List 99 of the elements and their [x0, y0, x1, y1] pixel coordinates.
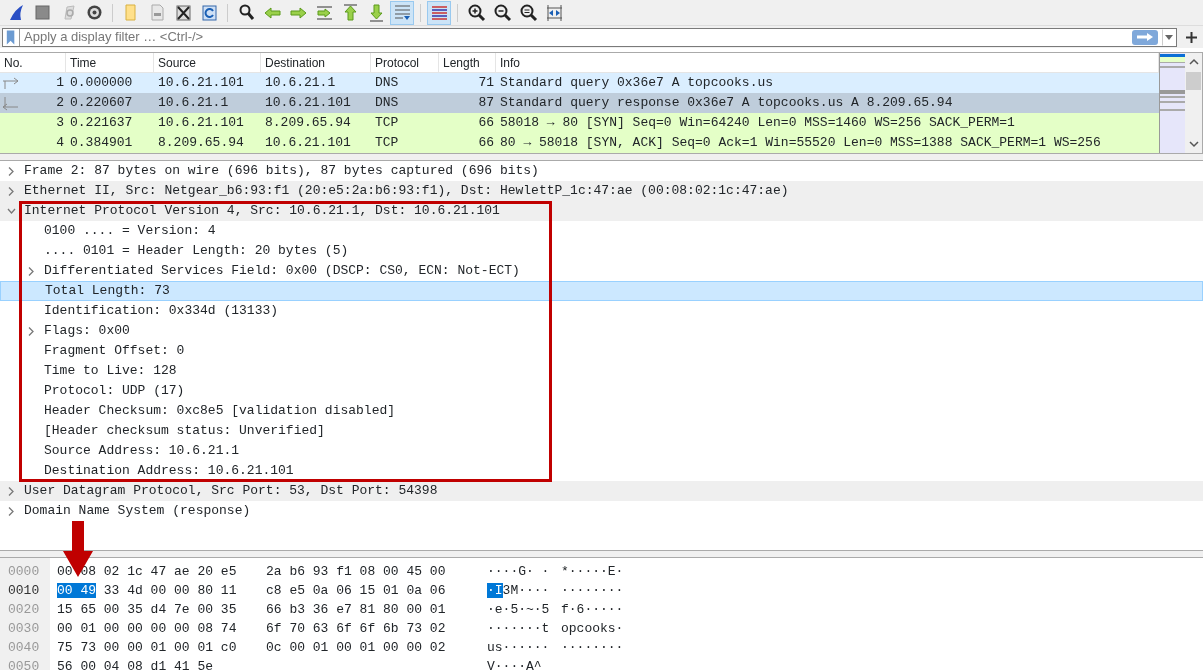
- offset-label: 0050: [8, 659, 40, 670]
- hex-bytes[interactable]: 00 49: [57, 583, 96, 598]
- tree-item[interactable]: Fragment Offset: 0: [38, 341, 185, 361]
- table-cell-text: 10.6.21.101: [157, 74, 245, 93]
- ascii-text[interactable]: ········: [561, 640, 624, 655]
- offset-label: 0040: [8, 640, 40, 655]
- hex-bytes[interactable]: 66 b3 36 e7 81 80 00 01: [266, 602, 446, 617]
- table-cell-text: TCP: [374, 134, 400, 153]
- table-cell-text: 3: [56, 114, 64, 133]
- packet-minimap[interactable]: [1159, 53, 1185, 153]
- resize-columns-icon: [544, 3, 564, 22]
- tree-item[interactable]: Flags: 0x00: [38, 321, 130, 341]
- ascii-text[interactable]: f·6·····: [561, 602, 624, 617]
- ascii-text[interactable]: us······: [487, 640, 550, 655]
- tree-item[interactable]: Domain Name System (response): [18, 501, 251, 521]
- related-packet-icon: [2, 75, 20, 91]
- packet-row[interactable]: 4 0.384901 8.209.65.94 10.6.21.101 TCP 66 80 → 58018 [SYN, ACK] Seq=0 Ack=1 Win=55520 Len=0 MSS=1388 SACK_PERM=1 WS=256: [0, 133, 1159, 153]
- table-cell-text: 0.220607: [69, 94, 134, 113]
- colorize-icon: [429, 3, 449, 22]
- tree-item[interactable]: Header Checksum: 0xc8e5 [validation disabled]: [38, 401, 396, 421]
- hex-bytes[interactable]: 75 73 00 00 01 00 01 c0: [57, 640, 237, 655]
- table-cell-text: 10.6.21.1: [264, 74, 337, 93]
- table-cell-text: 8.209.65.94: [264, 114, 352, 133]
- right-arrow-icon: [1136, 32, 1154, 42]
- offset-label: 0010: [8, 583, 40, 598]
- caret-icon: [1165, 34, 1173, 40]
- zoom-in-icon: [466, 3, 486, 22]
- table-cell-text: 8.209.65.94: [157, 134, 245, 153]
- hex-bytes[interactable]: 0c 00 01 00 01 00 00 02: [266, 640, 446, 655]
- ascii-text[interactable]: ·······t: [487, 621, 550, 636]
- hex-bytes[interactable]: 56 00 04 08 d1 41 5e: [57, 659, 214, 670]
- hex-bytes[interactable]: c8 e5 0a 06 15 01 0a 06: [266, 583, 446, 598]
- scroll-up-icon[interactable]: [1188, 58, 1199, 66]
- table-cell-text: 2: [56, 94, 64, 113]
- table-cell-text: DNS: [374, 74, 400, 93]
- table-cell-text: 66: [477, 114, 495, 133]
- table-cell-text: Standard query 0x36e7 A topcooks.us: [499, 74, 775, 93]
- table-cell-text: 87: [477, 94, 495, 113]
- table-cell-text: 71: [477, 74, 495, 93]
- table-cell-text: Standard query response 0x36e7 A topcooks.us A 8.209.65.94: [499, 94, 954, 113]
- tree-item[interactable]: Differentiated Services Field: 0x00 (DSCP: CS0, ECN: Not-ECT): [38, 261, 520, 281]
- packet-row[interactable]: 2 0.220607 10.6.21.1 10.6.21.101 DNS 87 Standard query response 0x36e7 A topcooks.us A 8.209.65.94: [0, 93, 1159, 113]
- tree-item[interactable]: Destination Address: 10.6.21.101: [38, 461, 294, 481]
- zoom-out-icon: [492, 3, 512, 22]
- tree-item[interactable]: Time to Live: 128: [38, 361, 177, 381]
- table-cell-text: 0.221637: [69, 114, 134, 133]
- offset-label: 0030: [8, 621, 40, 636]
- plus-icon: [1185, 31, 1197, 43]
- hex-bytes[interactable]: 2a b6 93 f1 08 00 45 00: [266, 564, 446, 579]
- reload-icon: [199, 3, 219, 22]
- hex-bytes[interactable]: 15 65 00 35 d4 7e 00 35: [57, 602, 237, 617]
- hex-bytes[interactable]: 00 01 00 00 00 00 08 74: [57, 621, 237, 636]
- hex-bytes[interactable]: 33 4d 00 00 80 11: [96, 583, 237, 598]
- scrollbar-thumb[interactable]: [1186, 72, 1201, 90]
- tree-item[interactable]: .... 0101 = Header Length: 20 bytes (5): [38, 241, 349, 261]
- apply-button[interactable]: [1132, 29, 1158, 45]
- ascii-text[interactable]: ·e·5·~·5: [487, 602, 550, 617]
- gear-icon: [84, 3, 104, 22]
- table-cell-text: 1: [56, 74, 64, 93]
- tree-item[interactable]: [Header checksum status: Unverified]: [38, 421, 325, 441]
- dropdown-button[interactable]: [1162, 28, 1176, 46]
- table-cell-text: 0.384901: [69, 134, 134, 153]
- table-cell-text: 10.6.21.1: [157, 94, 230, 113]
- hex-bytes[interactable]: 6f 70 63 6f 6f 6b 73 02: [266, 621, 446, 636]
- zoom-reset-icon: [518, 3, 538, 22]
- ascii-text[interactable]: ········: [561, 583, 624, 598]
- table-cell-text: DNS: [374, 94, 400, 113]
- stop-icon: [32, 3, 52, 22]
- table-cell-text: 58018 → 80 [SYN] Seq=0 Win=64240 Len=0 MSS=1460 WS=256 SACK_PERM=1: [499, 114, 1016, 133]
- go-to-line-icon: [314, 3, 334, 22]
- ascii-text[interactable]: ·I: [487, 583, 503, 598]
- related-packet-icon: [2, 95, 20, 111]
- table-cell-text: 0.000000: [69, 74, 134, 93]
- close-file-icon: [173, 3, 193, 22]
- table-cell-text: TCP: [374, 114, 400, 133]
- ascii-text[interactable]: opcooks·: [561, 621, 624, 636]
- tree-item[interactable]: Frame 2: 87 bytes on wire (696 bits), 87 bytes captured (696 bits): [18, 161, 539, 181]
- ascii-text[interactable]: 3M····: [502, 583, 550, 598]
- table-cell-text: 80 → 58018 [SYN, ACK] Seq=0 Ack=1 Win=55520 Len=0 MSS=1388 SACK_PERM=1 WS=256: [499, 134, 1102, 153]
- table-cell-text: 66: [477, 134, 495, 153]
- packet-row[interactable]: 1 0.000000 10.6.21.101 10.6.21.1 DNS 71 Standard query 0x36e7 A topcooks.us: [0, 73, 1159, 93]
- hex-bytes[interactable]: 00 08 02 1c 47 ae 20 e5: [57, 564, 237, 579]
- autoscroll-icon: [392, 3, 412, 22]
- tree-item[interactable]: 0100 .... = Version: 4: [38, 221, 216, 241]
- table-cell-text: 10.6.21.101: [264, 94, 352, 113]
- packet-row[interactable]: 3 0.221637 10.6.21.101 8.209.65.94 TCP 66 58018 → 80 [SYN] Seq=0 Win=64240 Len=0 MSS=1460 WS=256 SACK_PERM=1: [0, 113, 1159, 133]
- scroll-down-icon[interactable]: [1188, 140, 1199, 148]
- ascii-text[interactable]: V····A^: [487, 659, 542, 670]
- table-cell-text: 10.6.21.101: [157, 114, 245, 133]
- table-cell-text: 4: [56, 134, 64, 153]
- ascii-text[interactable]: ····G· ·: [487, 564, 550, 579]
- tree-item[interactable]: Identification: 0x334d (13133): [38, 301, 279, 321]
- ascii-text[interactable]: *·····E·: [561, 564, 624, 579]
- tree-item[interactable]: Total Length: 73: [39, 281, 170, 301]
- table-cell-text: 10.6.21.101: [264, 134, 352, 153]
- tree-item[interactable]: Protocol: UDP (17): [38, 381, 185, 401]
- offset-label: 0020: [8, 602, 40, 617]
- tree-item[interactable]: Source Address: 10.6.21.1: [38, 441, 240, 461]
- offset-label: 0000: [8, 564, 40, 579]
